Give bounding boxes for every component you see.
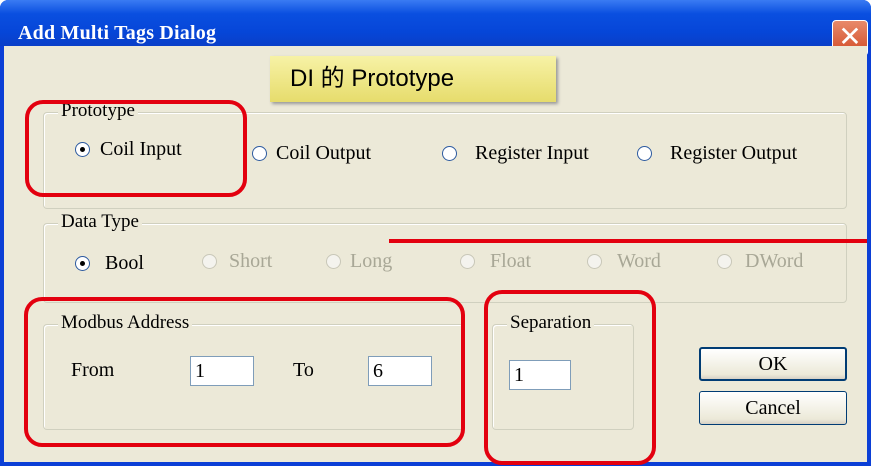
annotation-box-prototype — [25, 100, 247, 197]
label-word: Word — [617, 250, 661, 272]
radio-dword — [717, 254, 732, 269]
title-bar[interactable]: Add Multi Tags Dialog ✕ — [0, 0, 871, 56]
label-coil-output[interactable]: Coil Output — [276, 142, 371, 165]
annotation-box-separation — [484, 290, 656, 465]
cancel-label: Cancel — [745, 397, 801, 419]
radio-bool[interactable] — [75, 256, 90, 271]
radio-coil-output[interactable] — [252, 146, 267, 161]
label-bool[interactable]: Bool — [105, 252, 144, 275]
label-register-input[interactable]: Register Input — [475, 142, 589, 165]
annotation-box-modbus — [24, 297, 465, 447]
radio-register-output[interactable] — [637, 146, 652, 161]
label-float: Float — [490, 250, 532, 272]
ok-button[interactable]: OK — [699, 347, 847, 381]
radio-long — [326, 254, 341, 269]
label-short: Short — [229, 250, 273, 272]
label-long: Long — [350, 250, 393, 272]
ok-label: OK — [758, 353, 788, 375]
radio-dot — [80, 261, 85, 266]
data-type-legend: Data Type — [58, 211, 142, 233]
dialog-title: Add Multi Tags Dialog — [18, 22, 217, 44]
annotation-line — [389, 239, 867, 243]
radio-word — [587, 254, 602, 269]
label-dword: DWord — [745, 250, 804, 272]
label-register-output[interactable]: Register Output — [670, 142, 797, 165]
cancel-button[interactable]: Cancel — [699, 391, 847, 425]
radio-register-input[interactable] — [442, 146, 457, 161]
radio-float — [460, 254, 475, 269]
annotation-callout: DI 的 Prototype — [270, 56, 556, 102]
radio-short — [202, 254, 217, 269]
